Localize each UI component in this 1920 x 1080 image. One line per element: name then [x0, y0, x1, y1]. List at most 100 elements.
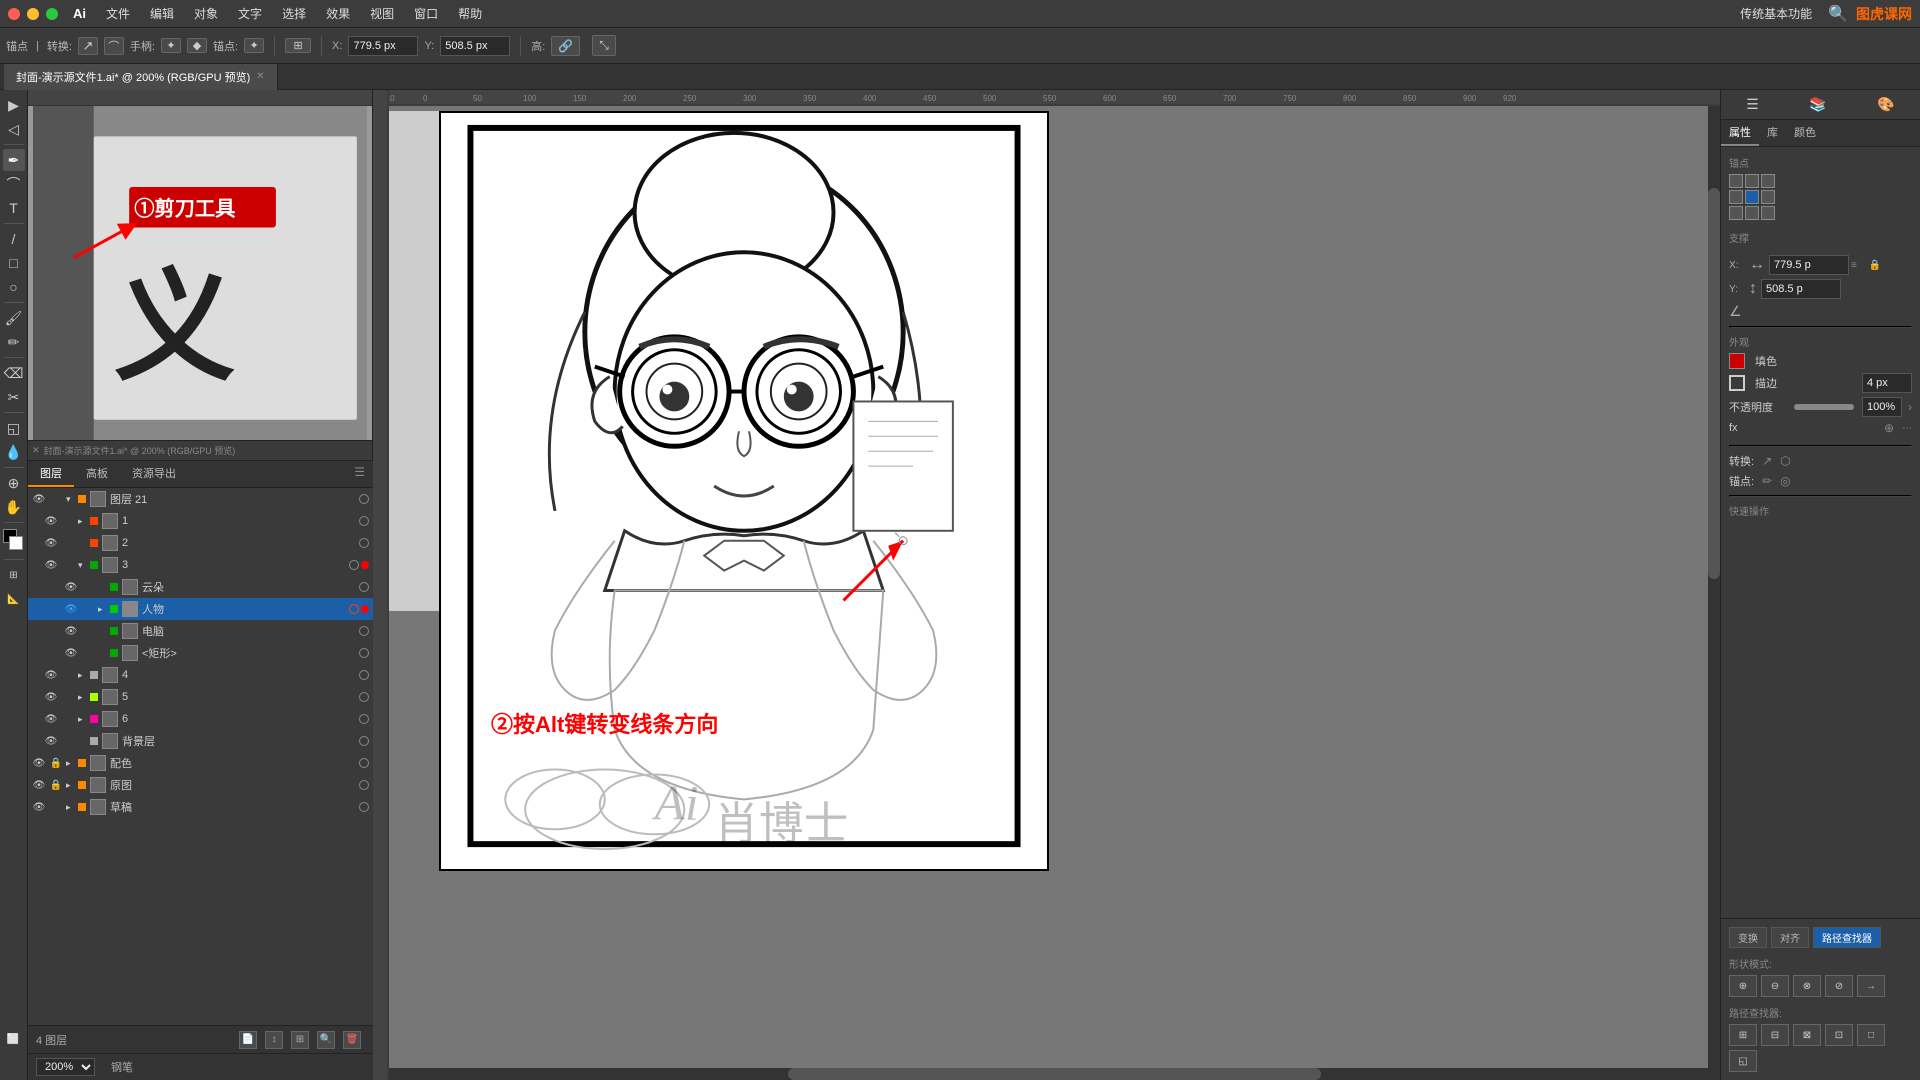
right-tab-properties[interactable]: 属性 [1721, 120, 1759, 146]
x-coord-input[interactable] [1769, 255, 1849, 275]
anchor-bc[interactable] [1745, 206, 1759, 220]
menu-text[interactable]: 文字 [230, 3, 270, 24]
layer-row-color[interactable]: 👁 🔒 ▸ 配色 [28, 752, 373, 774]
handle-btn2[interactable]: ◆ [187, 38, 207, 53]
opacity-input[interactable] [1862, 397, 1902, 417]
layer-row-cloud[interactable]: 👁 云朵 [28, 576, 373, 598]
x-lock-icon[interactable]: 🔒 [1869, 260, 1881, 271]
transform-icon2[interactable]: ⬡ [1780, 454, 1790, 468]
finder-minus-back-btn[interactable]: ◱ [1729, 1050, 1757, 1072]
circle-person[interactable] [349, 604, 359, 614]
layer-row-1[interactable]: 👁 ▸ 1 [28, 510, 373, 532]
menu-view[interactable]: 视图 [362, 3, 402, 24]
circle-21[interactable] [359, 494, 369, 504]
layer-row-original[interactable]: 👁 🔒 ▸ 原图 [28, 774, 373, 796]
circle-6[interactable] [359, 714, 369, 724]
anchor-br[interactable] [1761, 206, 1775, 220]
select-tool[interactable]: ▶ [3, 94, 25, 116]
expand-draft[interactable]: ▸ [66, 802, 76, 813]
expand-21[interactable]: ▾ [66, 494, 76, 505]
circle-draft[interactable] [359, 802, 369, 812]
vis-icon-person[interactable]: 👁 [64, 602, 78, 616]
pen-tool[interactable]: ✒ [3, 149, 25, 171]
vis-icon-rect[interactable]: 👁 [64, 646, 78, 660]
zoom-select[interactable]: 200%100%50% [36, 1058, 95, 1076]
gradient-tool[interactable]: ◱ [3, 417, 25, 439]
vertical-scrollbar[interactable] [1708, 90, 1720, 1068]
anchor-btn1[interactable]: ✦ [244, 38, 264, 53]
h-scroll-thumb[interactable] [788, 1068, 1320, 1080]
preview-canvas[interactable]: 义 ①剪刀工具 [28, 106, 372, 440]
expand-original[interactable]: ▸ [66, 780, 76, 791]
close-button[interactable] [8, 8, 20, 20]
layer-row-2[interactable]: 👁 2 [28, 532, 373, 554]
align-btn[interactable]: ⊞ [285, 38, 311, 53]
vis-icon-4[interactable]: 👁 [44, 668, 58, 682]
canvas-area[interactable]: -10 0 50 100 150 200 250 300 350 400 450… [373, 90, 1720, 1080]
eyedropper-tool[interactable]: 💧 [3, 441, 25, 463]
expand-person[interactable]: ▸ [98, 604, 108, 615]
layer-row-5[interactable]: 👁 ▸ 5 [28, 686, 373, 708]
screen-mode-btn[interactable]: ⬜ [2, 1028, 24, 1050]
scissors-tool[interactable]: ✂ [3, 386, 25, 408]
line-tool[interactable]: / [3, 228, 25, 250]
v-scroll-thumb[interactable] [1708, 188, 1720, 579]
opacity-expand-icon[interactable]: › [1908, 400, 1912, 414]
circle-4[interactable] [359, 670, 369, 680]
zoom-tool[interactable]: ⊕ [3, 472, 25, 494]
opacity-slider[interactable] [1794, 404, 1855, 410]
circle-rect[interactable] [359, 648, 369, 658]
minimize-button[interactable] [27, 8, 39, 20]
expand-6[interactable]: ▸ [78, 714, 88, 725]
lock-set-icon[interactable]: ◎ [1780, 474, 1790, 488]
menu-help[interactable]: 帮助 [450, 3, 490, 24]
right-tab-color[interactable]: 颜色 [1786, 120, 1824, 146]
menu-select[interactable]: 选择 [274, 3, 314, 24]
anchor-tr[interactable] [1761, 174, 1775, 188]
finder-outline-btn[interactable]: □ [1857, 1024, 1885, 1046]
layer-row-4[interactable]: 👁 ▸ 4 [28, 664, 373, 686]
finder-trim-btn[interactable]: ⊟ [1761, 1024, 1789, 1046]
shape-minus-btn[interactable]: ⊖ [1761, 975, 1789, 997]
layer-row-draft[interactable]: 👁 ▸ 草稿 [28, 796, 373, 818]
circle-color[interactable] [359, 758, 369, 768]
ellipse-tool[interactable]: ○ [3, 276, 25, 298]
finder-divide-btn[interactable]: ⊞ [1729, 1024, 1757, 1046]
vis-icon-cloud[interactable]: 👁 [64, 580, 78, 594]
layer-tab-export[interactable]: 资源导出 [120, 461, 188, 487]
tab-close-btn[interactable]: ✕ [256, 71, 264, 82]
layer-row-bg[interactable]: 👁 背景层 [28, 730, 373, 752]
layer-row-3[interactable]: 👁 ▾ 3 [28, 554, 373, 576]
type-tool[interactable]: T [3, 197, 25, 219]
shape-intersect-btn[interactable]: ⊗ [1793, 975, 1821, 997]
vis-icon-5[interactable]: 👁 [44, 690, 58, 704]
circle-original[interactable] [359, 780, 369, 790]
circle-computer[interactable] [359, 626, 369, 636]
expand-1[interactable]: ▸ [78, 516, 88, 527]
expand-color[interactable]: ▸ [66, 758, 76, 769]
expand-5[interactable]: ▸ [78, 692, 88, 703]
maximize-button[interactable] [46, 8, 58, 20]
handle-btn1[interactable]: ✦ [161, 38, 181, 53]
anchor-bl[interactable] [1729, 206, 1743, 220]
right-tab-library[interactable]: 库 [1759, 120, 1786, 146]
canvas-content[interactable]: Ai 肖博士 ②按Alt键转变线条方向 [389, 106, 1720, 1080]
transform-btn1[interactable]: ↗ [78, 37, 98, 55]
tab-align[interactable]: 对齐 [1771, 927, 1809, 948]
active-tab[interactable]: 封面-演示源文件1.ai* @ 200% (RGB/GPU 预览) ✕ [4, 64, 278, 90]
lock-icon-color[interactable]: 🔒 [49, 756, 63, 770]
finder-merge-btn[interactable]: ⊠ [1793, 1024, 1821, 1046]
shape-exclude-btn[interactable]: ⊘ [1825, 975, 1853, 997]
anchor-tc[interactable] [1745, 174, 1759, 188]
circle-2[interactable] [359, 538, 369, 548]
vis-icon-original[interactable]: 👁 [32, 778, 46, 792]
delete-layer-btn[interactable]: 🗑 [343, 1031, 361, 1049]
expand-3[interactable]: ▾ [78, 560, 88, 571]
vis-icon-2[interactable]: 👁 [44, 536, 58, 550]
fx-add-icon[interactable]: ⊕ [1884, 421, 1894, 435]
search-icon[interactable]: 🔍 [1828, 4, 1848, 24]
circle-5[interactable] [359, 692, 369, 702]
layer-tab-swatch[interactable]: 高板 [74, 461, 120, 487]
finder-crop-btn[interactable]: ⊡ [1825, 1024, 1853, 1046]
properties-icon[interactable]: ☰ [1746, 96, 1759, 113]
